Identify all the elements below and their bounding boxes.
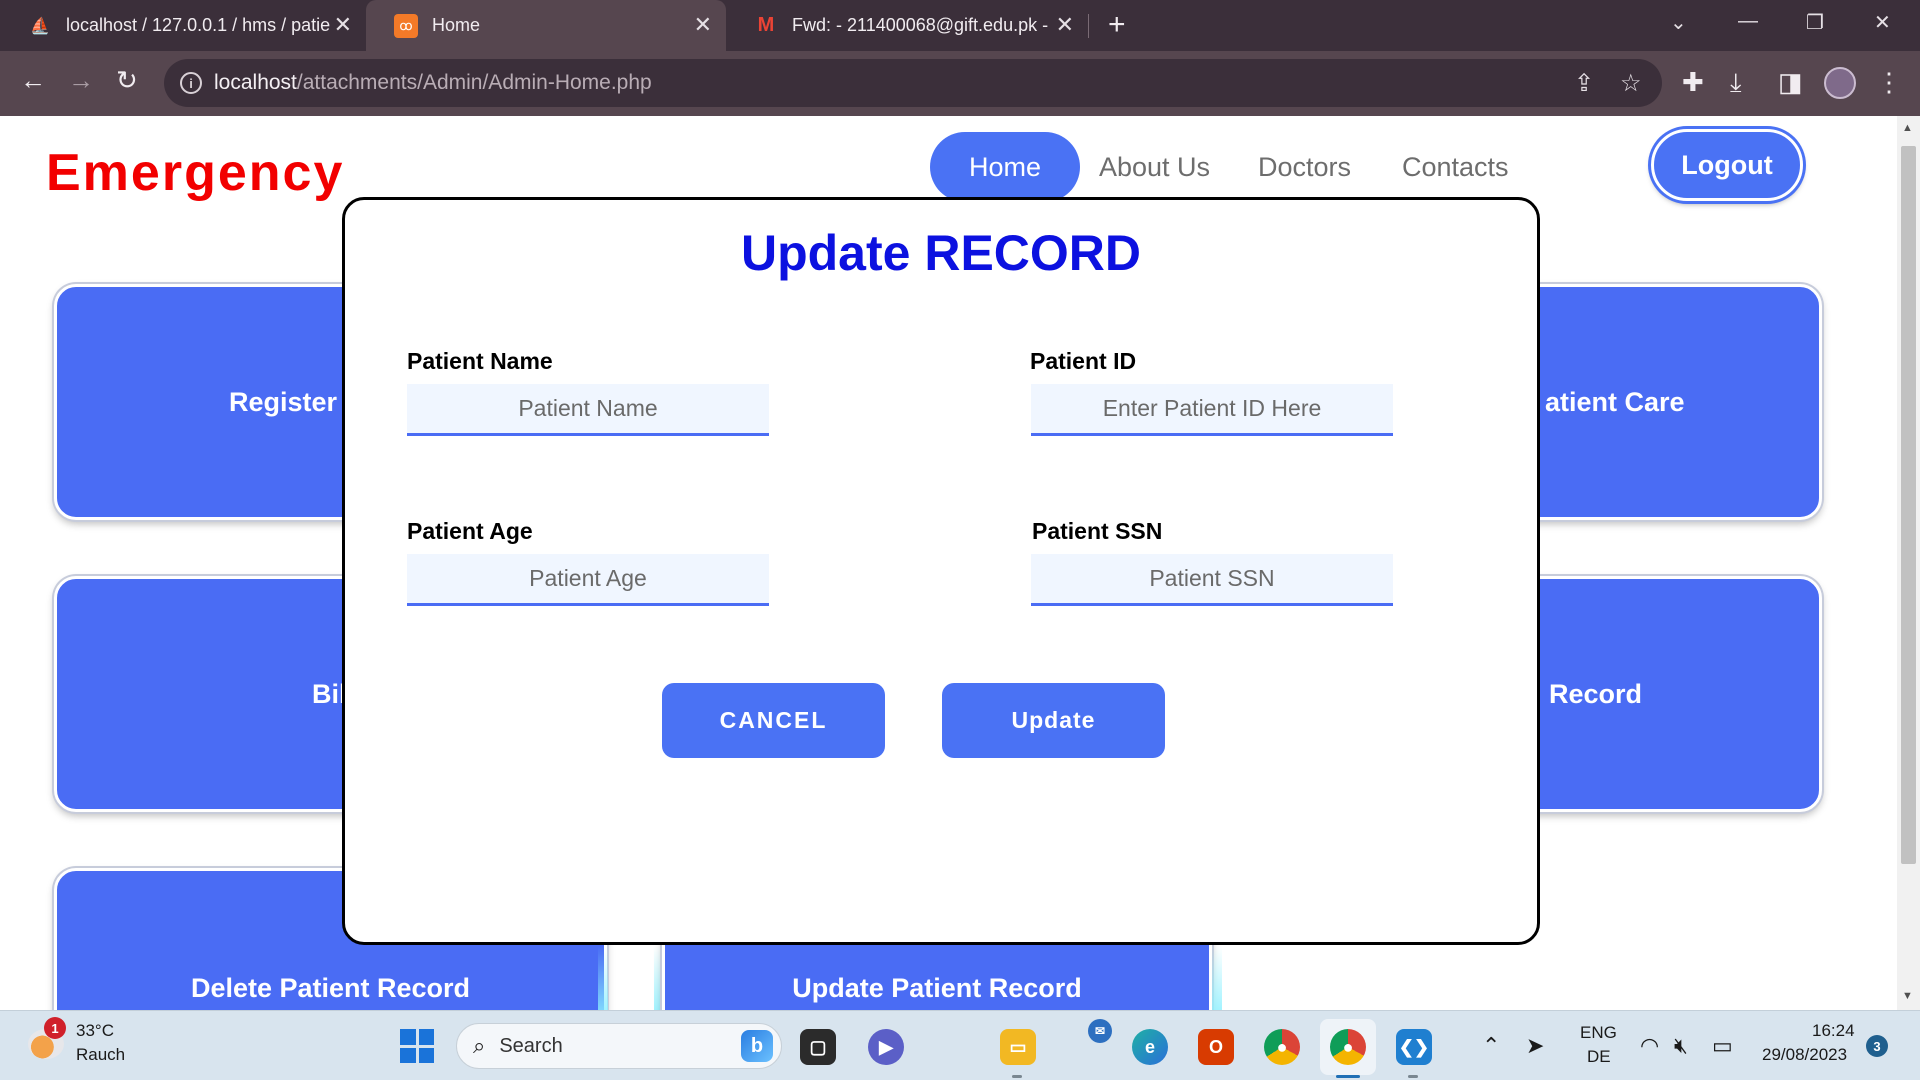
windows-start-icon[interactable] — [400, 1029, 434, 1063]
logout-button[interactable]: Logout — [1651, 129, 1803, 201]
patient-name-label: Patient Name — [407, 348, 553, 374]
file-explorer-icon[interactable]: ▭ — [1000, 1029, 1036, 1065]
brand-logo-text: Emergency — [46, 144, 345, 202]
keyboard-layout[interactable]: DE — [1587, 1047, 1611, 1067]
patient-name-input[interactable] — [407, 384, 769, 436]
location-icon[interactable]: ➤ — [1526, 1033, 1544, 1059]
url-text: localhost/attachments/Admin/Admin-Home.p… — [214, 71, 652, 95]
reload-icon[interactable]: ↻ — [116, 65, 138, 95]
notification-count-badge[interactable]: 3 — [1866, 1035, 1888, 1057]
chrome-icon[interactable]: ● — [1330, 1029, 1366, 1065]
card-label: Delete Patient Record — [190, 973, 471, 1003]
app-running-indicator — [1408, 1075, 1418, 1078]
side-panel-icon[interactable]: ◨ — [1778, 67, 1803, 98]
task-view-icon[interactable]: ▢ — [800, 1029, 836, 1065]
bing-icon[interactable]: b — [741, 1030, 773, 1062]
url-host: localhost — [214, 71, 297, 94]
close-icon[interactable]: ✕ — [334, 13, 352, 37]
browser-toolbar: ← → ↻ i localhost/attachments/Admin/Admi… — [0, 51, 1920, 116]
tab-strip: ⛵ localhost / 127.0.0.1 / hms / patie ✕ … — [0, 0, 1920, 51]
xampp-icon: ꝏ — [394, 13, 418, 38]
office-icon[interactable]: O — [1198, 1029, 1234, 1065]
minimize-icon[interactable]: — — [1738, 10, 1758, 33]
patient-ssn-label: Patient SSN — [1032, 518, 1163, 544]
wifi-icon[interactable]: ◠ — [1640, 1033, 1659, 1059]
teams-chat-icon[interactable]: ▶ — [868, 1029, 904, 1065]
modal-title: Update RECORD — [740, 225, 1142, 281]
tab-title: localhost / 127.0.0.1 / hms / patie — [66, 15, 331, 35]
weather-badge: 1 — [44, 1017, 66, 1039]
weather-desc: Rauch — [76, 1045, 126, 1064]
patient-age-label: Patient Age — [407, 518, 533, 544]
nav-contacts[interactable]: Contacts — [1402, 152, 1509, 183]
tab-search-chevron-icon[interactable]: ⌄ — [1670, 10, 1687, 35]
back-icon[interactable]: ← — [20, 65, 46, 95]
tray-overflow-chevron-icon[interactable]: ⌃ — [1482, 1033, 1500, 1059]
patient-age-input[interactable] — [407, 554, 769, 606]
download-icon[interactable]: ⤓ — [1730, 67, 1742, 99]
card-label: atient Care — [1545, 386, 1685, 417]
patient-ssn-input[interactable] — [1031, 554, 1393, 606]
url-path: /attachments/Admin/Admin-Home.php — [296, 71, 652, 94]
tab-home[interactable]: ꝏ Home ✕ — [366, 0, 726, 51]
chrome-profile-icon[interactable]: ● — [1264, 1029, 1300, 1065]
tab-title: Home — [432, 15, 481, 35]
tab-gmail[interactable]: M Fwd: - 211400068@gift.edu.pk - ✕ — [726, 0, 1088, 51]
language-code[interactable]: ENG — [1580, 1023, 1617, 1043]
menu-kebab-icon[interactable]: ⋮ — [1876, 67, 1902, 98]
app-running-indicator — [1012, 1075, 1022, 1078]
profile-avatar[interactable] — [1824, 67, 1856, 99]
weather-temp: 33°C — [76, 1021, 114, 1040]
nav-home[interactable]: Home — [930, 132, 1080, 202]
update-record-modal: Update RECORD Patient Name Patient ID Pa… — [342, 197, 1540, 945]
close-icon[interactable]: ✕ — [694, 13, 712, 37]
patient-id-label: Patient ID — [1030, 348, 1137, 374]
card-record[interactable]: Record — [1500, 576, 1822, 812]
card-glow — [598, 946, 608, 1010]
card-label: Record — [1549, 678, 1643, 709]
scroll-up-icon[interactable]: ▲ — [1902, 122, 1913, 134]
new-tab-button[interactable]: + — [1108, 10, 1126, 40]
restore-icon[interactable]: ❐ — [1806, 10, 1824, 35]
scroll-down-icon[interactable]: ▼ — [1902, 990, 1913, 1002]
gmail-icon: M — [757, 14, 775, 36]
card-label: Update Patient Record — [792, 973, 1082, 1003]
speaker-muted-icon[interactable]: 🔇︎ — [1674, 1033, 1688, 1059]
nav-about-us[interactable]: About Us — [1099, 152, 1210, 183]
share-icon[interactable]: ⇪ — [1574, 69, 1594, 98]
mail-icon[interactable]: ✉ — [1088, 1019, 1112, 1043]
address-bar[interactable]: i localhost/attachments/Admin/Admin-Home… — [164, 59, 1662, 107]
card-patient-care[interactable]: atient Care — [1500, 284, 1822, 520]
close-icon[interactable]: ✕ — [1056, 13, 1074, 37]
forward-icon[interactable]: → — [68, 65, 94, 95]
card-glow — [1212, 946, 1222, 1010]
tab-title: Fwd: - 211400068@gift.edu.pk - — [792, 15, 1049, 35]
update-button[interactable]: Update — [942, 683, 1165, 758]
windows-taskbar: 1 33°C Rauch ⌕ Search b ▢ ▶ ▭ ✉ e O ● ● … — [0, 1010, 1920, 1080]
card-label: Register — [229, 386, 338, 417]
clock-date[interactable]: 29/08/2023 — [1762, 1045, 1847, 1065]
tab-separator — [1088, 14, 1089, 38]
extensions-icon[interactable]: ✚ — [1682, 67, 1704, 98]
battery-icon[interactable]: ▭ — [1712, 1033, 1733, 1059]
scrollbar-thumb[interactable] — [1901, 146, 1916, 864]
cancel-button[interactable]: CANCEL — [662, 683, 885, 758]
site-info-icon[interactable]: i — [180, 72, 202, 94]
bookmark-star-icon[interactable]: ☆ — [1620, 69, 1642, 98]
edge-icon[interactable]: e — [1132, 1029, 1168, 1065]
nav-doctors[interactable]: Doctors — [1258, 152, 1351, 183]
phpmyadmin-icon: ⛵ — [30, 17, 50, 35]
tab-phpmyadmin[interactable]: ⛵ localhost / 127.0.0.1 / hms / patie ✕ — [0, 0, 366, 51]
window-close-icon[interactable]: ✕ — [1874, 10, 1891, 35]
search-text: Search — [499, 1034, 563, 1057]
page-scrollbar[interactable]: ▲ ▼ — [1897, 116, 1920, 1010]
patient-id-input[interactable] — [1031, 384, 1393, 436]
taskbar-search[interactable]: ⌕ Search b — [456, 1023, 782, 1069]
search-icon: ⌕ — [473, 1033, 486, 1058]
clock-time[interactable]: 16:24 — [1812, 1021, 1855, 1041]
vscode-icon[interactable]: ❮❯ — [1396, 1029, 1432, 1065]
app-active-indicator — [1336, 1075, 1360, 1078]
